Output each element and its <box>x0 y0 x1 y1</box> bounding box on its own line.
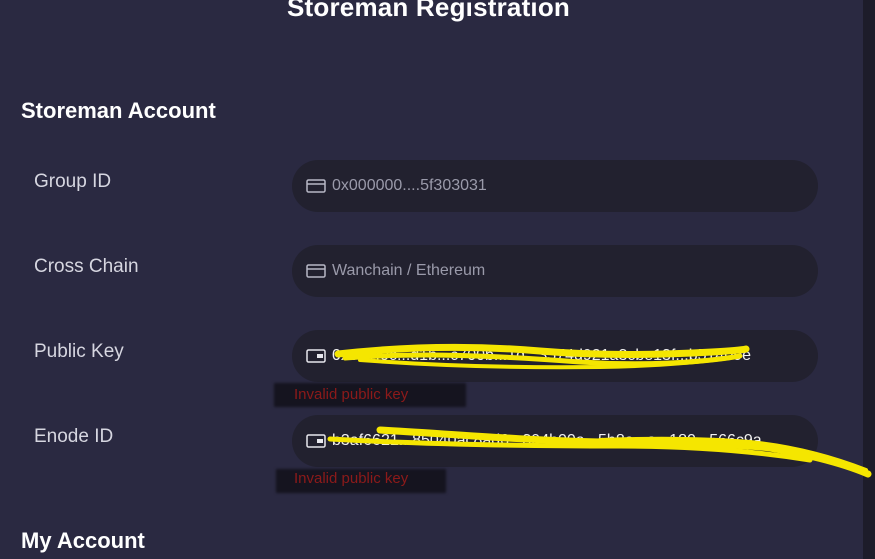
group-id-value: 0x000000....5f303031 <box>332 177 487 194</box>
my-account-heading: My Account <box>21 528 145 553</box>
public-key-field[interactable]: 0x641f0c...d1b...c700b...1d...3574d921a3… <box>292 330 818 382</box>
enode-id-label: Enode ID <box>34 426 114 447</box>
wallet-icon <box>306 349 326 363</box>
wallet-icon <box>306 264 326 278</box>
public-key-value: 0x641f0c...d1b...c700b...1d...3574d921a3… <box>332 347 752 364</box>
cross-chain-label: Cross Chain <box>34 256 139 277</box>
storeman-account-heading: Storeman Account <box>21 98 216 123</box>
cross-chain-value: Wanchain / Ethereum <box>332 262 486 279</box>
group-id-field[interactable]: 0x000000....5f303031 <box>292 160 818 212</box>
enode-id-error: Invalid public key <box>294 470 409 487</box>
enode-id-value: b3af6621...85040ac8ad6...394b00a...5b8e.… <box>332 432 762 449</box>
window-edge <box>863 0 875 559</box>
wallet-icon <box>306 434 326 448</box>
group-id-label: Group ID <box>34 171 112 192</box>
public-key-label: Public Key <box>34 341 124 362</box>
page-title: Storeman Registration <box>286 0 571 22</box>
public-key-error: Invalid public key <box>294 386 409 403</box>
enode-id-field[interactable]: b3af6621...85040ac8ad6...394b00a...5b8e.… <box>292 415 818 467</box>
cross-chain-field[interactable]: Wanchain / Ethereum <box>292 245 818 297</box>
wallet-icon <box>306 179 326 193</box>
